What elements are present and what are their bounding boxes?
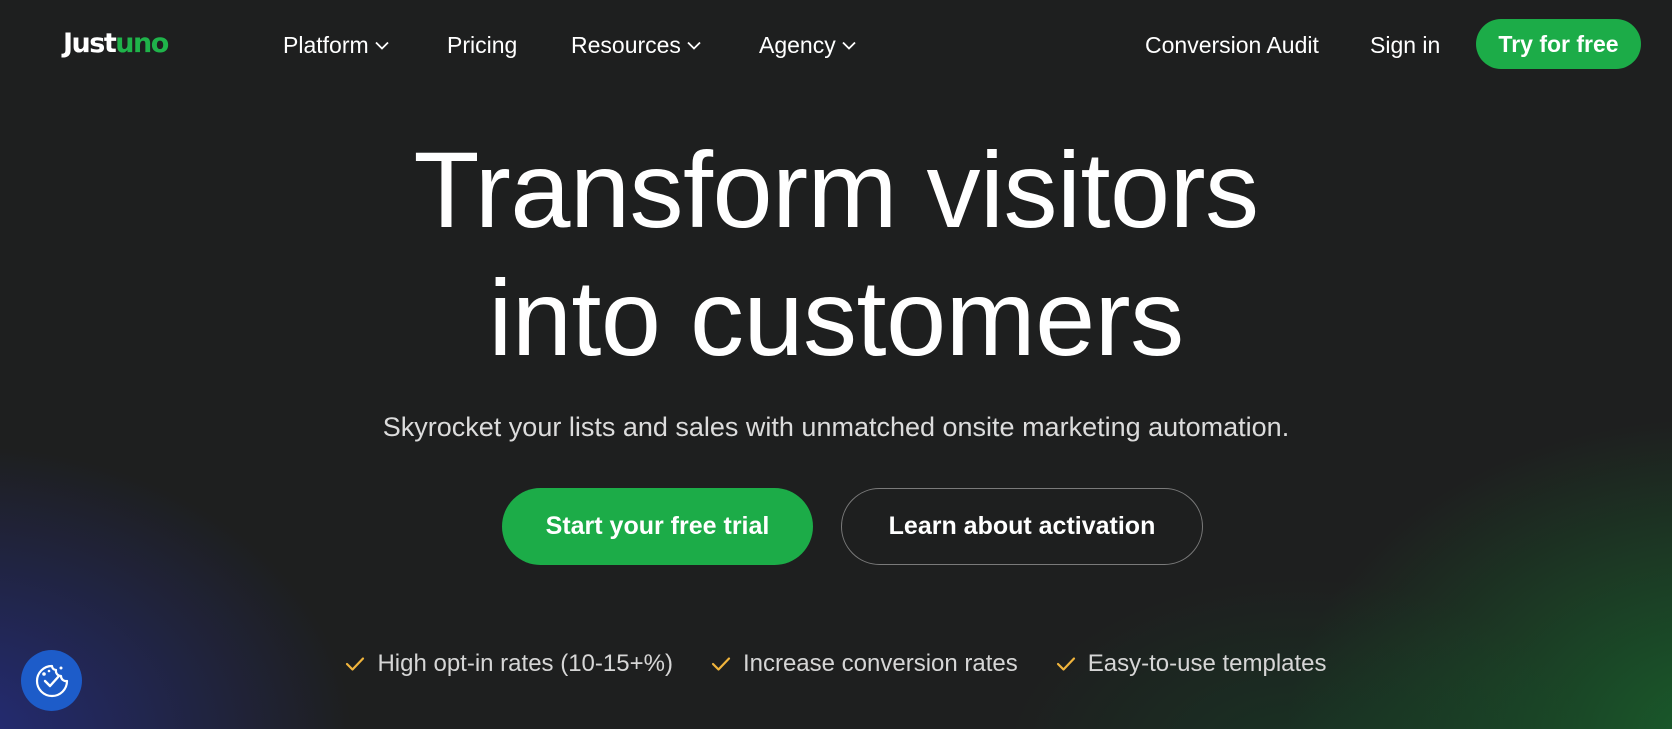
feature-list: High opt-in rates (10-15+%) Increase con…	[0, 648, 1672, 680]
feature-item: Increase conversion rates	[711, 648, 1018, 680]
nav-pricing-label: Pricing	[447, 32, 518, 58]
hero-headline-line1: Transform visitors	[413, 129, 1259, 250]
chevron-down-icon	[375, 41, 389, 50]
nav-agency-label: Agency	[759, 32, 836, 58]
nav-resources[interactable]: Resources	[571, 30, 701, 60]
hero-headline: Transform visitors into customers	[0, 126, 1672, 382]
start-free-trial-button[interactable]: Start your free trial	[502, 488, 813, 565]
try-for-free-button[interactable]: Try for free	[1476, 19, 1641, 69]
feature-label: High opt-in rates (10-15+%)	[377, 650, 673, 677]
check-icon	[711, 657, 731, 671]
check-icon	[1056, 657, 1075, 671]
feature-label: Increase conversion rates	[742, 650, 1018, 677]
feature-item: Easy-to-use templates	[1056, 648, 1327, 680]
hero-headline-line2: into customers	[488, 257, 1184, 378]
hero-subheadline: Skyrocket your lists and sales with unma…	[382, 412, 1290, 442]
nav-conversion-audit[interactable]: Conversion Audit	[1145, 30, 1319, 60]
learn-about-activation-button[interactable]: Learn about activation	[841, 488, 1203, 565]
top-navigation: Justuno Platform Pricing Resources Agenc…	[0, 0, 1672, 92]
nav-resources-label: Resources	[571, 32, 681, 58]
logo-text-just: Just	[63, 28, 117, 59]
feature-item: High opt-in rates (10-15+%)	[345, 648, 673, 680]
nav-platform-label: Platform	[283, 32, 369, 58]
logo-text-uno: uno	[115, 28, 169, 59]
cookie-consent-button[interactable]	[21, 650, 82, 711]
nav-platform[interactable]: Platform	[283, 30, 389, 60]
feature-label: Easy-to-use templates	[1087, 650, 1327, 677]
chevron-down-icon	[687, 41, 701, 50]
nav-pricing[interactable]: Pricing	[447, 30, 517, 60]
check-icon	[346, 657, 365, 671]
nav-sign-in[interactable]: Sign in	[1370, 30, 1440, 60]
cookie-consent-icon	[35, 664, 68, 697]
nav-agency[interactable]: Agency	[759, 30, 856, 60]
justuno-logo[interactable]: Justuno	[63, 27, 169, 61]
chevron-down-icon	[842, 41, 856, 50]
